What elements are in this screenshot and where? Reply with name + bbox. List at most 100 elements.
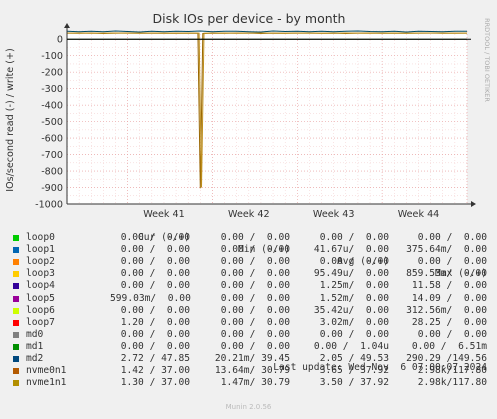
legend-min: 0.00 / 0.00 <box>220 268 290 280</box>
legend-cur: 1.30 / 37.00 <box>120 377 190 389</box>
legend-avg: 0.00 / 0.00 <box>319 232 389 244</box>
legend-header: Cur (-/+) Min (-/+) Avg (-/+) Max (-/+) <box>10 220 490 279</box>
y-tick-label: -500 <box>41 117 63 128</box>
legend-name: loop4 <box>26 280 55 292</box>
legend-max: 0.00 / 0.00 <box>417 232 487 244</box>
legend-name: nvme0n1 <box>26 365 67 377</box>
legend-row-loop7: loop7 1.20 / 0.00 0.00 / 0.00 3.02m/ 0.00 28… <box>10 317 490 329</box>
legend-swatch <box>13 235 19 242</box>
legend-max: 859.53m/ 0.00 <box>406 268 487 280</box>
legend-avg: 1.52m/ 0.00 <box>319 292 389 304</box>
legend-name: nvme1n1 <box>26 377 67 389</box>
x-tick-label: Week 41 <box>143 209 185 220</box>
x-axis-arrow <box>471 201 476 207</box>
legend-min: 1.47m/ 30.79 <box>220 377 290 389</box>
legend-row-loop1: loop1 0.00 / 0.00 0.00 / 0.00 41.67u/ 0.00 3… <box>10 244 490 256</box>
legend-cur: 0.00 / 0.00 <box>120 280 190 292</box>
legend-avg: 0.00 / 1.04u <box>313 340 389 352</box>
legend-max: 0.00 / 0.00 <box>417 256 487 268</box>
legend-avg: 0.00 / 0.00 <box>319 256 389 268</box>
legend-row-md1: md1 0.00 / 0.00 0.00 / 0.00 0.00 / 1.04u 0.0… <box>10 341 490 353</box>
legend-cur: 0.00 / 0.00 <box>120 340 190 352</box>
legend-swatch <box>13 319 19 326</box>
legend-name: loop7 <box>26 316 55 328</box>
legend-cur: 1.20 / 0.00 <box>120 316 190 328</box>
legend-row-loop3: loop3 0.00 / 0.00 0.00 / 0.00 95.49u/ 0.00 8… <box>10 268 490 280</box>
legend-cur: 599.03m/ 0.00 <box>110 292 191 304</box>
x-tick-label: Week 44 <box>398 209 440 220</box>
legend-min: 0.00 / 0.00 <box>220 328 290 340</box>
legend-avg: 3.02m/ 0.00 <box>319 316 389 328</box>
legend-swatch <box>13 247 19 254</box>
legend-avg: 0.00 / 0.00 <box>319 328 389 340</box>
legend-swatch <box>13 356 19 363</box>
legend-max: 11.58 / 0.00 <box>411 280 487 292</box>
y-axis-arrow <box>64 23 70 28</box>
legend-swatch <box>13 368 19 375</box>
legend-cur: 1.42 / 37.00 <box>120 365 190 377</box>
legend-name: loop6 <box>26 304 55 316</box>
rrdtool-watermark: RRDTOOL / TOBI OETIKER <box>483 18 491 102</box>
legend-min: 0.00 / 0.00 <box>220 292 290 304</box>
legend-row-loop5: loop5 599.03m/ 0.00 0.00 / 0.00 1.52m/ 0.00… <box>10 293 490 305</box>
y-tick-label: 0 <box>57 35 63 46</box>
x-tick-label: Week 42 <box>228 209 270 220</box>
legend-swatch <box>13 283 19 290</box>
y-tick-label: -900 <box>41 183 63 194</box>
legend-max: 0.00 / 6.51m <box>411 340 487 352</box>
legend-name: loop3 <box>26 268 55 280</box>
legend-avg: 95.49u/ 0.00 <box>313 268 389 280</box>
legend-name: loop0 <box>26 232 55 244</box>
legend-cur: 0.00 / 0.00 <box>120 304 190 316</box>
y-tick-label: -300 <box>41 84 63 95</box>
y-tick-label: -800 <box>41 167 63 178</box>
legend-swatch <box>13 271 19 278</box>
munin-version: Munin 2.0.56 <box>225 403 272 411</box>
legend-swatch <box>13 331 19 338</box>
y-tick-label: -600 <box>41 134 63 145</box>
legend-min: 0.00 / 0.00 <box>220 232 290 244</box>
plot-area <box>67 31 467 204</box>
y-axis-label: IOs/second read (-) / write (+) <box>5 48 16 192</box>
legend-max: 375.64m/ 0.00 <box>406 244 487 256</box>
legend-swatch <box>13 307 19 314</box>
legend-cur: 0.00 / 0.00 <box>120 244 190 256</box>
legend-name: md1 <box>26 340 44 352</box>
legend-min: 0.00 / 0.00 <box>220 304 290 316</box>
legend-max: 2.98k/117.80 <box>417 377 487 389</box>
y-tick-label: -700 <box>41 150 63 161</box>
legend-min: 0.00 / 0.00 <box>220 244 290 256</box>
legend-avg: 35.42u/ 0.00 <box>313 304 389 316</box>
legend-name: loop5 <box>26 292 55 304</box>
legend-max: 312.56m/ 0.00 <box>406 304 487 316</box>
legend-swatch <box>13 295 19 302</box>
legend-swatch <box>13 380 19 387</box>
legend-name: loop2 <box>26 256 55 268</box>
x-tick-label: Week 43 <box>313 209 355 220</box>
legend-max: 28.25 / 0.00 <box>411 316 487 328</box>
x-tick-labels: Week 41 Week 42 Week 43 Week 44 <box>143 209 439 220</box>
legend-max: 0.00 / 0.00 <box>417 328 487 340</box>
legend-row-md0: md0 0.00 / 0.00 0.00 / 0.00 0.00 / 0.00 0.00… <box>10 329 490 341</box>
legend-row-nvme1n1: nvme1n1 1.30 / 37.00 1.47m/ 30.79 3.50 / 37… <box>10 377 490 389</box>
y-tick-labels: 0 -100 -200 -300 -400 -500 -600 -700 -800 -900 -10… <box>35 35 63 211</box>
y-tick-label: -1000 <box>35 200 63 211</box>
legend-min: 0.00 / 0.00 <box>220 340 290 352</box>
legend-cur: 2.72 / 47.85 <box>120 353 190 365</box>
y-tick-label: -100 <box>41 51 63 62</box>
legend-name: md0 <box>26 328 44 340</box>
legend-swatch <box>13 343 19 350</box>
chart-title: Disk IOs per device - by month <box>153 11 346 26</box>
legend-row-loop0: loop0 0.00 / 0.00 0.00 / 0.00 0.00 / 0.00 0.… <box>10 232 490 244</box>
legend-cur: 0.00 / 0.00 <box>120 328 190 340</box>
last-update-text: Last update: Wed Nov 6 07:00:07 2024 <box>273 362 487 373</box>
legend-cur: 0.00 / 0.00 <box>120 256 190 268</box>
legend-avg: 3.50 / 37.92 <box>319 377 389 389</box>
legend-cur: 0.00 / 0.00 <box>120 268 190 280</box>
legend-swatch <box>13 259 19 266</box>
y-tick-label: -400 <box>41 101 63 112</box>
legend-row-loop6: loop6 0.00 / 0.00 0.00 / 0.00 35.42u/ 0.00 3… <box>10 305 490 317</box>
legend-cur: 0.00 / 0.00 <box>120 232 190 244</box>
legend-avg: 41.67u/ 0.00 <box>313 244 389 256</box>
legend-avg: 1.25m/ 0.00 <box>319 280 389 292</box>
